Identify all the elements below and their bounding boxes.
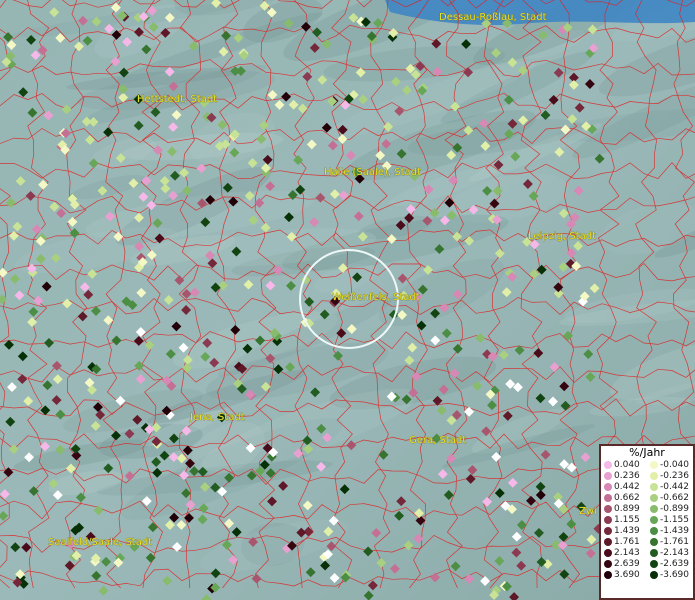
- legend-entry-positive: 0.236: [601, 471, 647, 481]
- legend-swatch: [604, 527, 612, 536]
- legend-value: -2.143: [660, 548, 690, 559]
- legend-entry-negative: -1.439: [647, 526, 693, 536]
- city-label-dessau: Dessau-Roßlau, Stadt: [439, 12, 547, 23]
- legend-value: -1.155: [660, 515, 690, 526]
- legend: %/Jahr 0.040 -0.040 0.236 -0.236 0.442 -0.442…: [599, 444, 695, 600]
- legend-entry-positive: 1.761: [601, 537, 647, 547]
- legend-value: 1.761: [614, 537, 640, 548]
- legend-swatch: [604, 538, 612, 547]
- legend-row: 0.662 -0.662: [601, 492, 693, 503]
- legend-swatch: [604, 504, 612, 513]
- legend-value: 2.143: [614, 548, 640, 559]
- legend-value: 0.662: [614, 492, 640, 503]
- legend-entry-negative: -0.236: [647, 471, 693, 481]
- legend-swatch: [604, 516, 612, 525]
- legend-swatch: [650, 460, 658, 469]
- legend-entry-positive: 2.639: [601, 559, 647, 569]
- legend-row: 1.761 -1.761: [601, 537, 693, 548]
- city-label-hettstedt: Hettstedt, Stadt: [137, 94, 217, 105]
- legend-swatch: [650, 538, 658, 547]
- city-label-weissenfels: Weißenfels, Stadt: [332, 292, 420, 303]
- city-label-gera: Gera, Stadt: [409, 435, 466, 446]
- legend-entry-positive: 2.143: [601, 548, 647, 558]
- legend-swatch: [650, 516, 658, 525]
- legend-entry-negative: -3.690: [647, 570, 693, 580]
- legend-entry-negative: -2.639: [647, 559, 693, 569]
- legend-entry-positive: 3.690: [601, 570, 647, 580]
- legend-row: 1.439 -1.439: [601, 526, 693, 537]
- legend-row: 0.236 -0.236: [601, 470, 693, 481]
- legend-row: 2.639 -2.639: [601, 559, 693, 570]
- legend-entry-negative: -0.662: [647, 493, 693, 503]
- legend-entry-negative: -1.761: [647, 537, 693, 547]
- legend-value: -1.761: [660, 537, 690, 548]
- legend-row: 3.690 -3.690: [601, 570, 693, 581]
- legend-value: 1.155: [614, 515, 640, 526]
- legend-row: 0.040 -0.040: [601, 459, 693, 470]
- city-label-leipzig: Leipzig, Stadt: [528, 231, 596, 242]
- legend-value: 0.040: [614, 459, 640, 470]
- city-label-halle: Halle (Saale), Stadt: [324, 167, 421, 178]
- city-label-saalfeld: Saalfeld/Saale, Stadt: [48, 537, 152, 548]
- legend-value: 0.442: [614, 481, 640, 492]
- legend-swatch: [650, 482, 658, 491]
- legend-value: 2.639: [614, 559, 640, 570]
- legend-swatch: [650, 493, 658, 502]
- legend-entry-positive: 0.662: [601, 493, 647, 503]
- legend-entry-negative: -1.155: [647, 515, 693, 525]
- legend-row: 0.899 -0.899: [601, 503, 693, 514]
- legend-entry-positive: 0.899: [601, 504, 647, 514]
- legend-value: 0.899: [614, 503, 640, 514]
- legend-value: 3.690: [614, 570, 640, 581]
- legend-swatch: [604, 571, 612, 580]
- legend-swatch: [604, 482, 612, 491]
- legend-entry-positive: 1.155: [601, 515, 647, 525]
- legend-swatch: [604, 460, 612, 469]
- city-label-zwickau: Zwi: [579, 506, 597, 517]
- legend-swatch: [650, 560, 658, 569]
- legend-swatch: [604, 560, 612, 569]
- legend-title: %/Jahr: [629, 446, 665, 459]
- legend-swatch: [650, 571, 658, 580]
- legend-value: -0.040: [660, 459, 690, 470]
- legend-swatch: [650, 471, 658, 480]
- legend-value: -2.639: [660, 559, 690, 570]
- legend-value: -3.690: [660, 570, 690, 581]
- legend-swatch: [604, 471, 612, 480]
- city-label-jena: Jena, Stadt: [189, 412, 245, 423]
- legend-entry-negative: -2.143: [647, 548, 693, 558]
- legend-value: -0.662: [660, 492, 690, 503]
- legend-value: 1.439: [614, 526, 640, 537]
- legend-value: -0.236: [660, 470, 690, 481]
- legend-swatch: [604, 549, 612, 558]
- legend-value: -0.899: [660, 503, 690, 514]
- legend-swatch: [650, 527, 658, 536]
- legend-rows: 0.040 -0.040 0.236 -0.236 0.442 -0.442 0.662 -0…: [601, 459, 693, 581]
- legend-row: 2.143 -2.143: [601, 548, 693, 559]
- legend-swatch: [604, 493, 612, 502]
- legend-entry-positive: 0.442: [601, 482, 647, 492]
- legend-row: 1.155 -1.155: [601, 514, 693, 525]
- map-canvas[interactable]: Dessau-Roßlau, Stadt Hettstedt, Stadt Hall…: [0, 0, 695, 600]
- legend-value: -1.439: [660, 526, 690, 537]
- legend-value: -0.442: [660, 481, 690, 492]
- legend-entry-negative: -0.040: [647, 460, 693, 470]
- legend-value: 0.236: [614, 470, 640, 481]
- legend-entry-positive: 0.040: [601, 460, 647, 470]
- legend-swatch: [650, 504, 658, 513]
- legend-entry-negative: -0.442: [647, 482, 693, 492]
- legend-entry-negative: -0.899: [647, 504, 693, 514]
- legend-row: 0.442 -0.442: [601, 481, 693, 492]
- legend-entry-positive: 1.439: [601, 526, 647, 536]
- legend-swatch: [650, 549, 658, 558]
